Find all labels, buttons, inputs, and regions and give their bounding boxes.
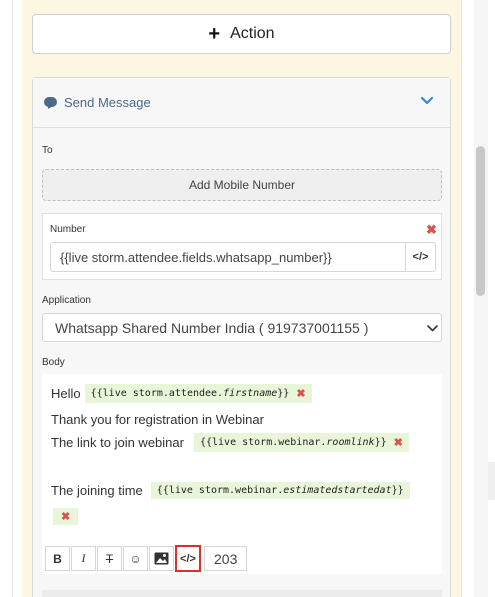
tag-italic: roomlink [326,437,375,448]
application-selected-value: Whatsapp Shared Number India ( 919737001… [55,319,369,336]
add-action-button[interactable]: + Action [32,14,451,54]
right-border [461,0,462,597]
body-text: The joining time [51,483,143,498]
number-field-group: Number ✖ {{live storm.attendee.fields.wh… [42,213,442,280]
add-mobile-number-button[interactable]: Add Mobile Number [42,169,442,201]
tag-italic: estimatedstartedat [283,485,392,496]
body-text: Thank you for registration in Webinar [51,412,264,427]
emoji-icon[interactable]: ☺ [123,546,148,571]
code-icon[interactable]: </> [405,242,436,272]
number-label: Number [50,224,86,235]
scrollbar-track[interactable] [474,0,488,597]
remove-tag-icon[interactable]: ✖ [53,508,79,525]
remove-tag-icon[interactable]: ✖ [296,387,305,400]
send-message-card: Send Message To Add Mobile Number Number… [32,77,451,597]
chevron-down-icon[interactable] [420,94,434,108]
variable-tag[interactable]: {{live storm.webinar.estimatedstartedat}… [150,482,410,499]
page: + Action Send Message To Add Mobile Numb… [0,0,495,597]
tag-prefix: {{live storm.attendee. [90,388,224,399]
tag-suffix: }} [391,485,404,496]
variable-tag[interactable]: {{live storm.webinar.roomlink}} ✖ [193,433,409,452]
card-title: Send Message [64,95,151,110]
image-glyph [154,552,169,565]
plus-icon: + [208,23,221,45]
body-text: The link to join webinar [51,435,184,450]
left-border [12,0,13,597]
tag-italic: firstname [223,388,278,399]
body-text: Hello [51,386,81,401]
italic-button[interactable]: I [71,546,96,571]
body-editor[interactable]: Hello {{live storm.attendee.firstname}} … [42,374,442,574]
body-line: Hello {{live storm.attendee.firstname}} … [51,384,312,403]
application-label: Application [42,295,91,306]
message-icon [44,97,57,107]
tag-prefix: {{live storm.webinar. [156,485,284,496]
tag-suffix: }} [374,437,387,448]
next-section-edge [42,590,442,597]
body-line: Thank you for registration in Webinar [51,412,264,427]
to-label: To [42,145,53,156]
chevron-down-icon [427,325,438,332]
body-label: Body [42,357,65,368]
application-select[interactable]: Whatsapp Shared Number India ( 919737001… [42,313,442,342]
variable-tag[interactable]: {{live storm.attendee.firstname}} ✖ [84,384,312,403]
character-count: 203 [204,546,248,571]
body-line: The joining time {{live storm.webinar.es… [51,482,410,499]
tag-suffix: }} [277,388,290,399]
close-icon[interactable]: ✖ [426,222,437,238]
editor-toolbar: B I T ☺ </> 203 [45,545,248,572]
tag-prefix: {{live storm.webinar. [199,437,327,448]
image-icon[interactable] [149,546,174,571]
card-header[interactable]: Send Message [33,78,450,128]
number-input[interactable]: {{live storm.attendee.fields.whatsapp_nu… [50,242,407,272]
body-line: The link to join webinar {{live storm.we… [51,433,409,452]
strikethrough-button[interactable]: T [97,546,122,571]
scrollbar-thumb[interactable] [476,146,485,296]
add-action-label: Action [230,25,275,42]
code-icon[interactable]: </> [175,545,201,572]
remove-tag-icon[interactable]: ✖ [394,436,403,449]
adjacent-panel-edge [488,462,495,500]
bold-button[interactable]: B [45,546,70,571]
